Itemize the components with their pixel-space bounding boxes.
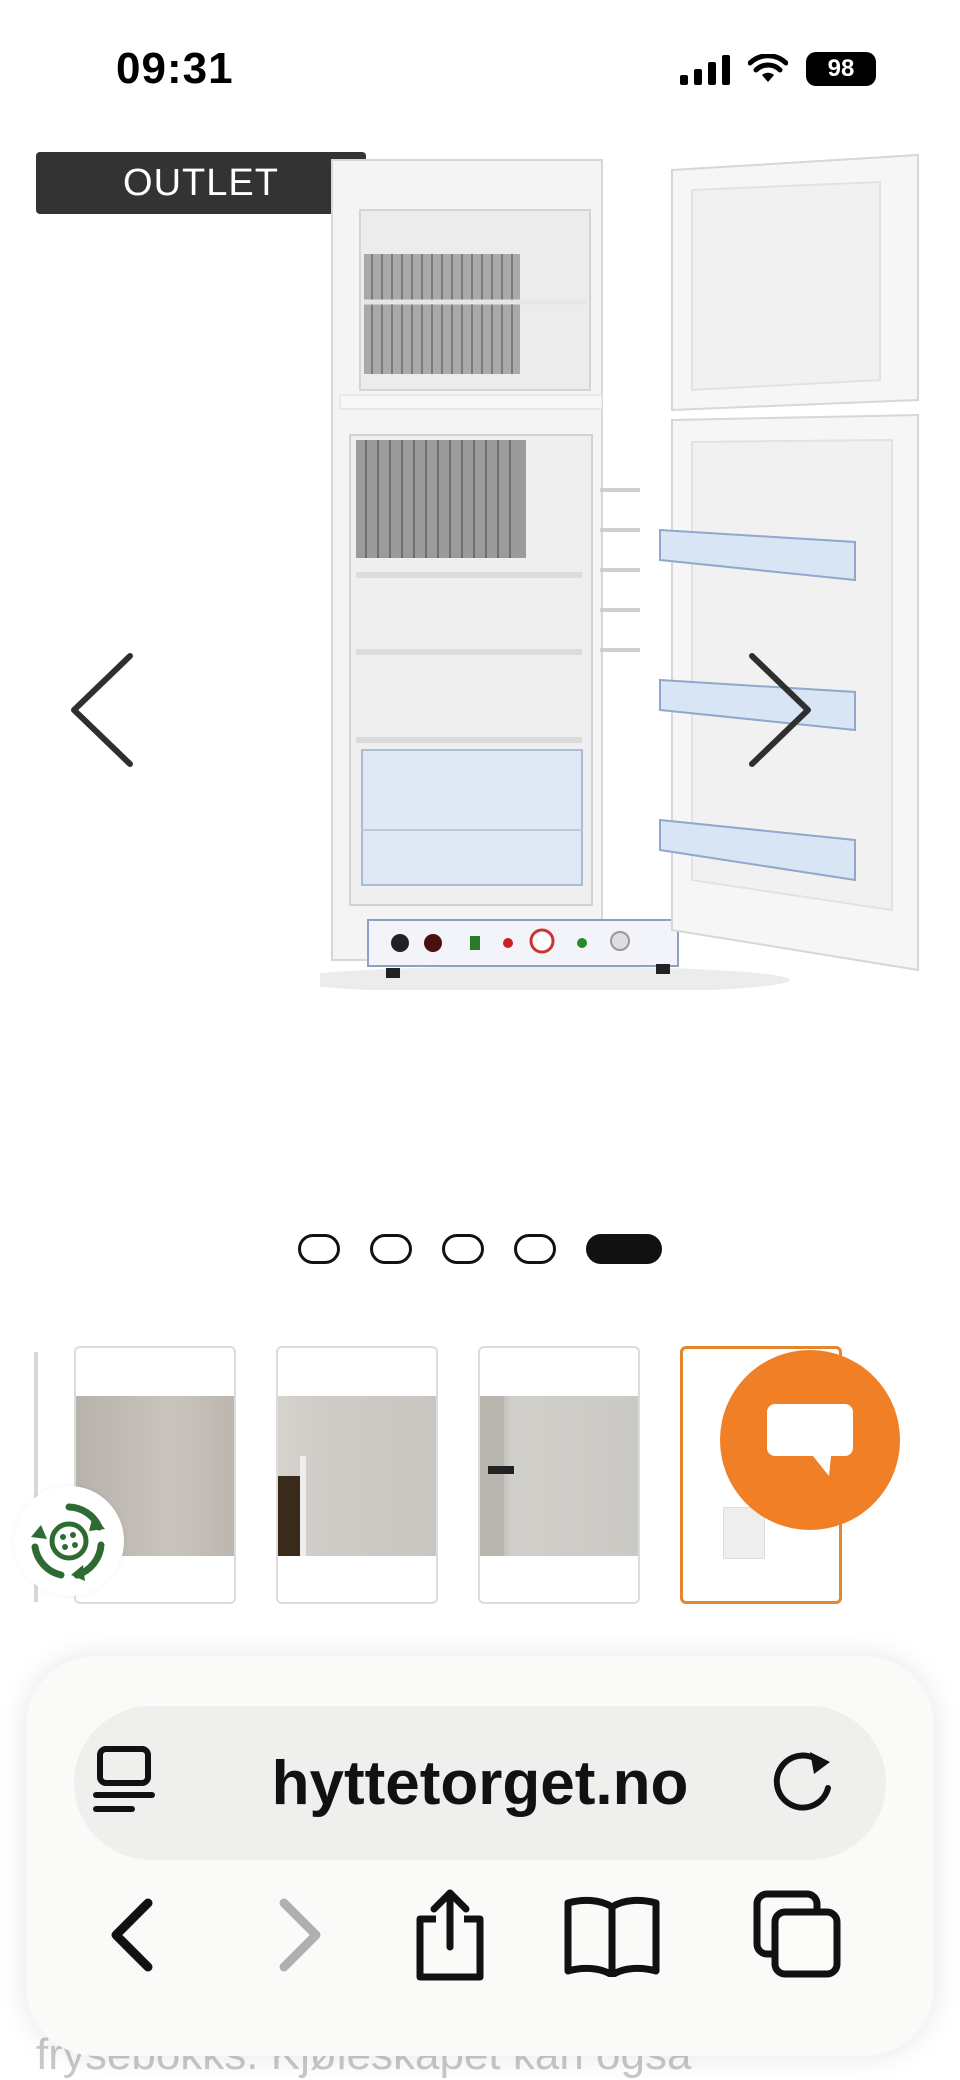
forward-icon bbox=[279, 1898, 321, 1972]
url-text: hyttetorget.no bbox=[271, 1748, 689, 1818]
chevron-right-icon bbox=[749, 653, 811, 767]
slide-dot[interactable] bbox=[514, 1234, 556, 1264]
tabs-icon bbox=[753, 1890, 841, 1978]
slide-dot[interactable] bbox=[442, 1234, 484, 1264]
status-time: 09:31 bbox=[116, 44, 234, 93]
bookmarks-button[interactable] bbox=[562, 1880, 662, 1990]
thumbnail-image bbox=[480, 1396, 638, 1556]
address-bar[interactable]: hyttetorget.no bbox=[74, 1706, 886, 1860]
next-slide-button[interactable] bbox=[740, 650, 820, 770]
slide-dot[interactable] bbox=[370, 1234, 412, 1264]
recycle-icon bbox=[31, 1503, 105, 1581]
reload-button[interactable] bbox=[772, 1748, 836, 1819]
chat-bubble-icon bbox=[767, 1404, 853, 1476]
thumbnail[interactable] bbox=[276, 1346, 438, 1604]
back-icon bbox=[111, 1898, 153, 1972]
reload-icon bbox=[773, 1752, 831, 1811]
browser-nav-row bbox=[0, 1880, 960, 2020]
thumbnail[interactable] bbox=[478, 1346, 640, 1604]
page-menu-icon bbox=[93, 1746, 155, 1812]
slide-indicator bbox=[0, 1234, 960, 1264]
bookmarks-icon bbox=[564, 1896, 660, 1977]
forward-button[interactable] bbox=[248, 1880, 348, 1990]
chevron-left-icon bbox=[71, 653, 133, 767]
tabs-button[interactable] bbox=[748, 1880, 848, 1990]
wifi-icon bbox=[748, 54, 788, 82]
chat-button[interactable] bbox=[720, 1350, 900, 1530]
share-button[interactable] bbox=[400, 1880, 500, 1990]
recycle-badge[interactable] bbox=[14, 1486, 124, 1596]
battery-icon: 98 bbox=[806, 52, 876, 86]
outlet-badge: OUTLET bbox=[36, 152, 366, 214]
status-bar: 09:31 98 bbox=[0, 0, 960, 140]
prev-slide-button[interactable] bbox=[60, 650, 140, 770]
page-menu-button[interactable] bbox=[92, 1745, 156, 1822]
share-icon bbox=[416, 1889, 484, 1981]
status-icons: 98 bbox=[680, 52, 876, 86]
slide-dot-active[interactable] bbox=[586, 1234, 662, 1264]
thumbnail-image bbox=[278, 1396, 436, 1556]
product-image[interactable] bbox=[290, 150, 920, 994]
signal-icon bbox=[680, 53, 730, 85]
back-button[interactable] bbox=[84, 1880, 184, 1990]
slide-dot[interactable] bbox=[298, 1234, 340, 1264]
